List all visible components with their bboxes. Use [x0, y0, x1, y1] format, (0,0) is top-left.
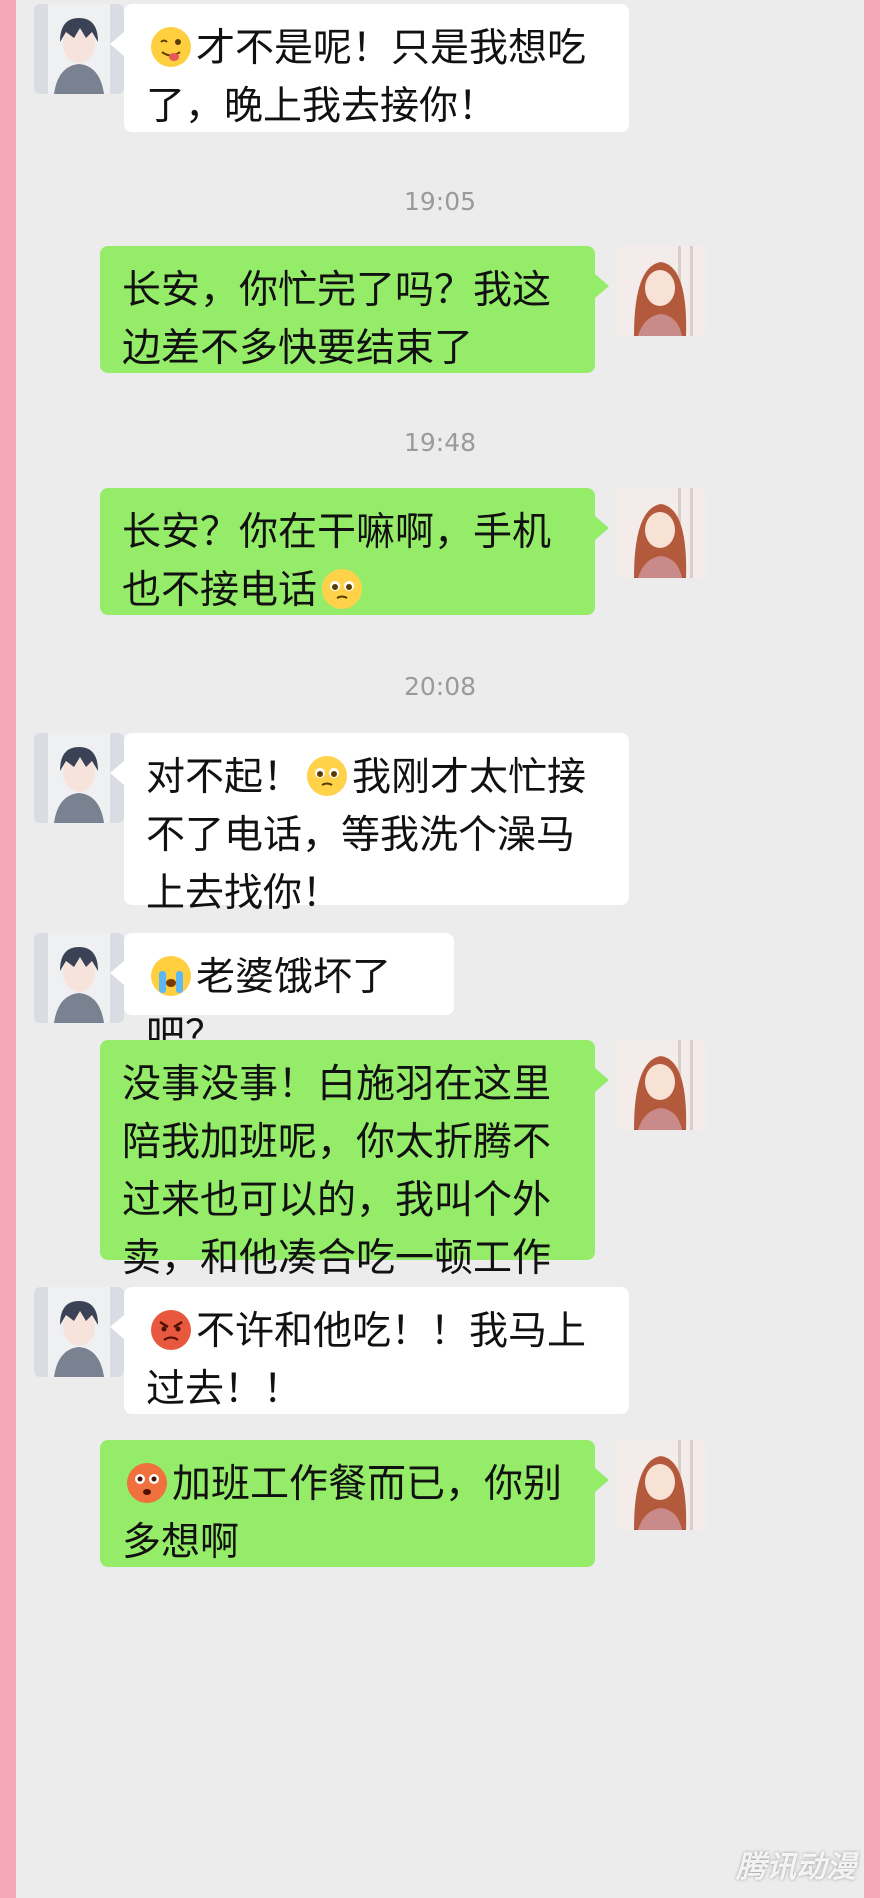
timestamp: 19:05	[403, 187, 477, 216]
message-bubble[interactable]: 不许和他吃！！我马上过去！！	[110, 1287, 629, 1414]
winking-tongue-face-icon	[150, 26, 192, 68]
watermark-logo: 腾讯动漫	[736, 1850, 856, 1885]
female-avatar[interactable]	[616, 1040, 706, 1130]
message-text-prefix: 对不起！	[146, 755, 303, 800]
timestamp: 19:48	[403, 428, 477, 457]
message-bubble[interactable]: 老婆饿坏了吧？	[110, 933, 454, 1058]
message-bubble[interactable]: 没事没事！白施羽在这里陪我加班呢，你太折腾不过来也可以的，我叫个外卖，和他凑合吃…	[100, 1040, 609, 1339]
message-text: 不许和他吃！！我马上过去！！	[146, 1309, 587, 1412]
message-bubble[interactable]: 长安，你忙完了吗？我这边差不多快要结束了	[100, 246, 609, 373]
message-bubble[interactable]: 对不起！ 我刚才太忙接不了电话，等我洗个澡马上去找你！	[110, 733, 629, 916]
chat-area: 才不是呢！只是我想吃了，晚上我去接你！ 19:05 长安，你忙完了吗？我这边差不…	[16, 0, 864, 1898]
message-text: 才不是呢！只是我想吃了，晚上我去接你！	[146, 26, 587, 129]
timestamp: 20:08	[403, 672, 477, 701]
female-avatar[interactable]	[616, 488, 706, 578]
loudly-crying-face-icon	[150, 955, 192, 997]
message-bubble[interactable]: 加班工作餐而已，你别多想啊	[100, 1440, 609, 1567]
pleading-face-icon	[321, 568, 363, 610]
flushed-face-icon	[126, 1462, 168, 1504]
female-avatar[interactable]	[616, 246, 706, 336]
message-text: 长安，你忙完了吗？我这边差不多快要结束了	[122, 268, 552, 371]
female-avatar[interactable]	[616, 1440, 706, 1530]
pleading-face-icon	[306, 755, 348, 797]
message-bubble[interactable]: 长安？你在干嘛啊，手机也不接电话	[100, 488, 609, 615]
message-bubble[interactable]: 才不是呢！只是我想吃了，晚上我去接你！	[110, 4, 629, 132]
message-text: 加班工作餐而已，你别多想啊	[122, 1462, 563, 1565]
angry-face-icon	[150, 1309, 192, 1351]
